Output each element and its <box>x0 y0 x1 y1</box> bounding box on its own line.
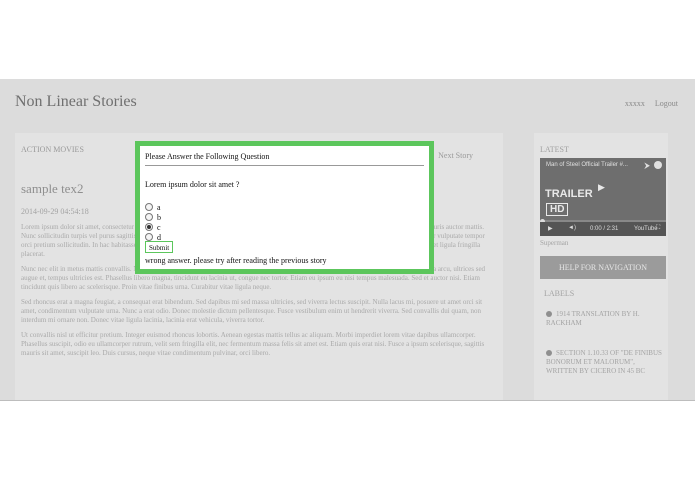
question-dialog: Please Answer the Following Question Lor… <box>135 141 434 274</box>
info-icon[interactable] <box>654 161 662 169</box>
post-paragraph: Ut convallis nisl ut efficitur pretium. … <box>21 331 485 357</box>
option-b[interactable]: b <box>145 213 161 222</box>
dialog-heading: Please Answer the Following Question <box>145 152 270 161</box>
fullscreen-icon[interactable]: ⛶ <box>656 225 660 232</box>
question-text: Lorem ipsum dolor sit amet ? <box>145 180 240 189</box>
option-a[interactable]: a <box>145 203 161 212</box>
submit-button[interactable]: Submit <box>145 241 174 253</box>
section-label: ACTION MOVIES <box>21 145 84 154</box>
help-navigation-button[interactable]: HELP FOR NAVIGATION <box>540 256 666 279</box>
label-item[interactable]: SECTION 1.10.33 OF "DE FINIBUS BONORUM E… <box>546 349 662 376</box>
top-links: xxxxx Logout <box>617 99 678 108</box>
video-title[interactable]: Man of Steel Official Trailer #... <box>546 162 628 168</box>
option-c[interactable]: c <box>145 223 161 232</box>
next-story-link[interactable]: Next Story <box>438 151 473 160</box>
play-button-icon[interactable]: ▶ <box>548 225 553 232</box>
bullet-icon <box>546 350 552 357</box>
video-trailer-text: TRAILER <box>545 188 593 200</box>
radio-d[interactable] <box>145 233 153 242</box>
video-controls: ▶ ◄) 0:00 / 2:31 YouTube ⛶ <box>540 222 666 236</box>
label-item[interactable]: 1914 TRANSLATION BY H. RACKHAM <box>546 310 662 328</box>
bullet-icon <box>546 311 552 318</box>
label-text[interactable]: 1914 TRANSLATION BY H. RACKHAM <box>546 310 640 327</box>
page-divider <box>0 400 695 401</box>
result-message: wrong answer. please try after reading t… <box>145 256 327 265</box>
post-paragraph: Sed rhoncus erat a magna feugiat, a cons… <box>21 298 483 324</box>
radio-a[interactable] <box>145 203 153 212</box>
option-label: c <box>157 223 161 232</box>
video-player[interactable]: Man of Steel Official Trailer #... ⮞ TRA… <box>540 158 666 236</box>
radio-c[interactable] <box>145 223 153 232</box>
label-text[interactable]: SECTION 1.10.33 OF "DE FINIBUS BONORUM E… <box>546 349 662 375</box>
dialog-divider <box>145 165 424 166</box>
post-date: 2014-09-29 04:54:18 <box>21 207 89 216</box>
dialog-content: Please Answer the Following Question Lor… <box>140 146 429 269</box>
post-title: sample tex2 <box>21 181 84 196</box>
option-label: b <box>157 213 161 222</box>
labels-heading: LABELS <box>544 289 575 298</box>
play-icon[interactable]: ▶ <box>598 182 605 193</box>
youtube-logo[interactable]: YouTube <box>634 226 658 232</box>
volume-icon[interactable]: ◄) <box>568 225 576 231</box>
video-hd-text: HD <box>546 203 569 216</box>
user-link[interactable]: xxxxx <box>625 99 645 108</box>
logout-link[interactable]: Logout <box>655 99 678 108</box>
radio-b[interactable] <box>145 213 153 222</box>
share-icon[interactable]: ⮞ <box>644 161 650 171</box>
latest-label: LATEST <box>540 145 569 154</box>
option-label: a <box>157 203 161 212</box>
site-title[interactable]: Non Linear Stories <box>15 93 137 111</box>
video-caption: Superman <box>540 239 569 247</box>
video-time: 0:00 / 2:31 <box>590 226 619 232</box>
sidebar: LATEST Man of Steel Official Trailer #..… <box>534 133 668 401</box>
